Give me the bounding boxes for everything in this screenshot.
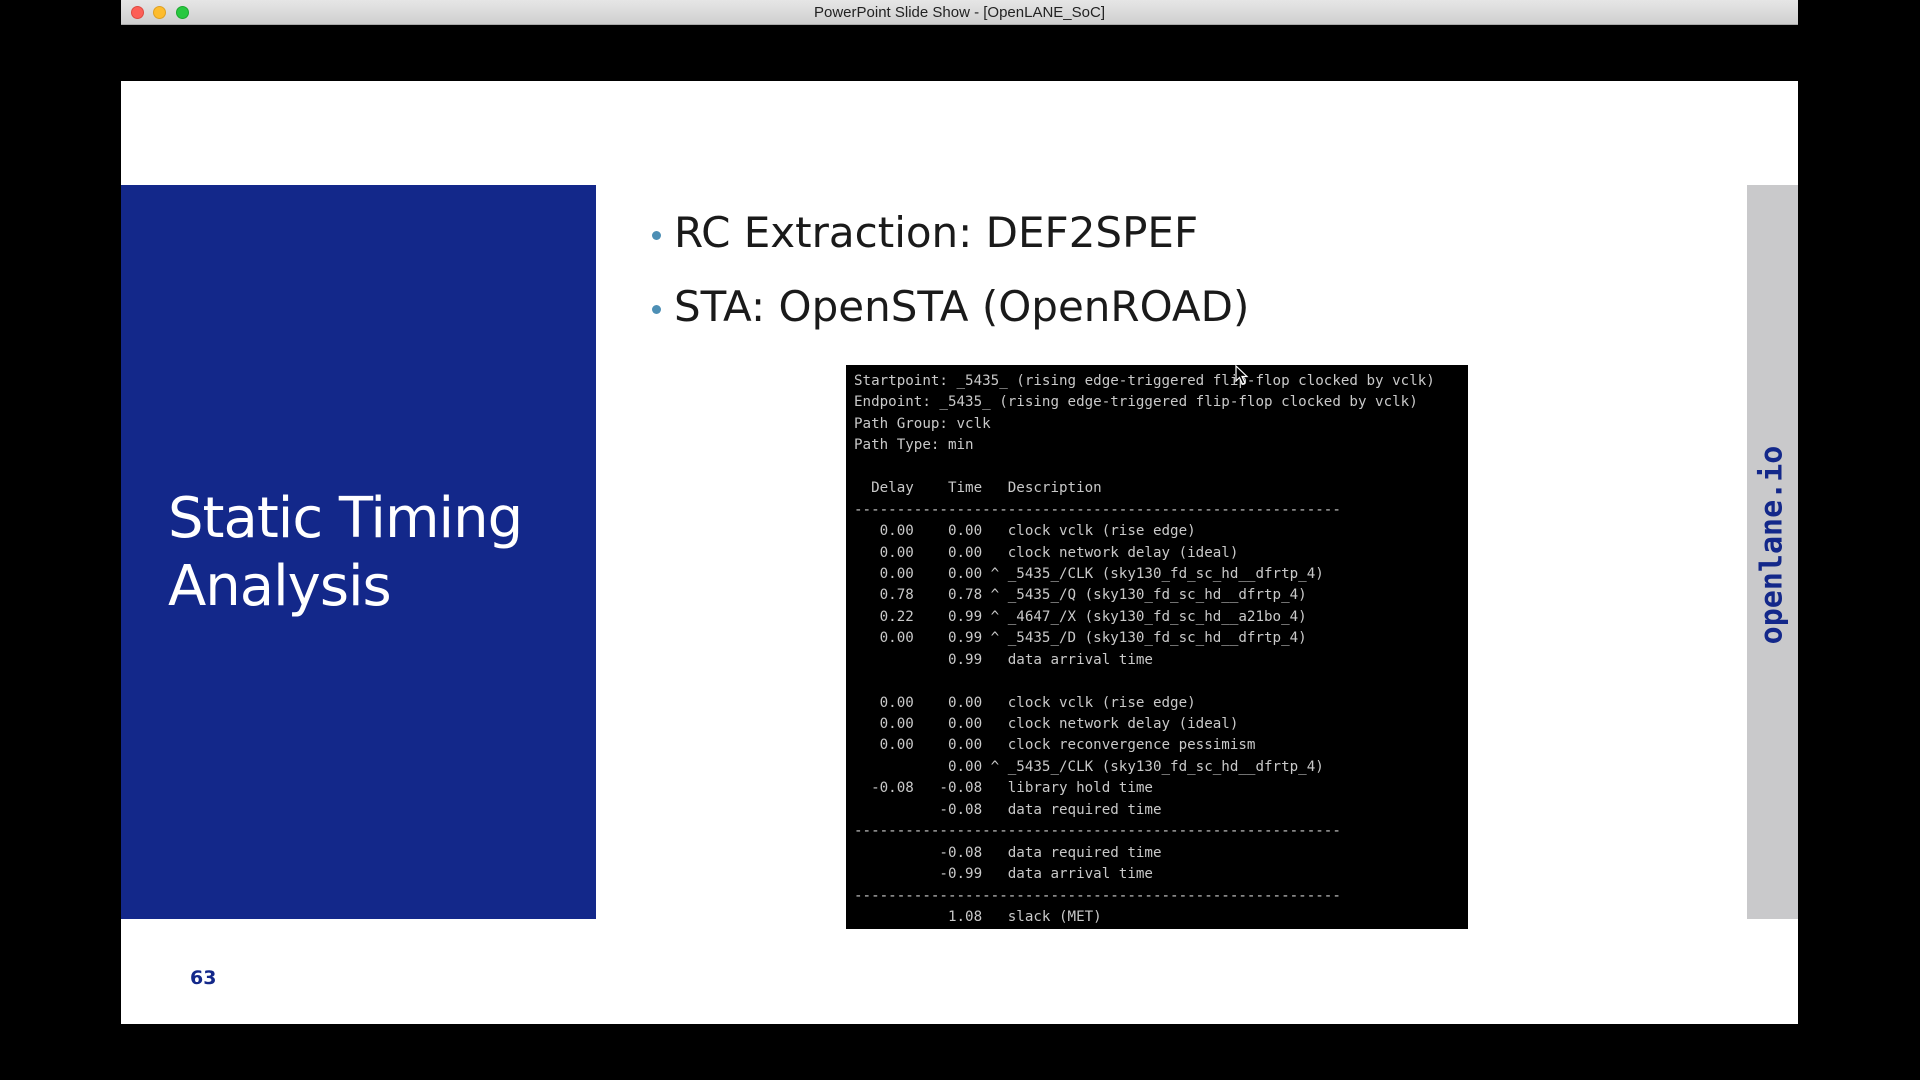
terminal-line: Endpoint: _5435_ (rising edge-triggered … (854, 394, 1418, 411)
sta-report-screenshot: Startpoint: _5435_ (rising edge-triggere… (846, 365, 1468, 929)
slide-title: Static Timing Analysis (168, 485, 523, 621)
terminal-line: Path Group: vclk (854, 415, 991, 432)
terminal-line: 0.99 data arrival time (854, 651, 1153, 668)
terminal-line: Path Type: min (854, 437, 974, 454)
terminal-line: Startpoint: _5435_ (rising edge-triggere… (854, 373, 1435, 389)
terminal-line: ----------------------------------------… (854, 501, 1341, 518)
bullet-text: RC Extraction: DEF2SPEF (674, 208, 1199, 257)
terminal-line: 0.22 0.99 ^ _4647_/X (sky130_fd_sc_hd__a… (854, 608, 1307, 625)
terminal-line: -0.08 -0.08 library hold time (854, 780, 1153, 797)
terminal-line: ----------------------------------------… (854, 887, 1341, 904)
title-bar[interactable]: PowerPoint Slide Show - [OpenLANE_SoC] (121, 0, 1798, 25)
openlane-url-text: openlane.io (1754, 445, 1790, 645)
side-strip: openlane.io (1747, 185, 1798, 919)
slide-number: 63 (190, 967, 217, 989)
terminal-line: 0.00 0.00 ^ _5435_/CLK (sky130_fd_sc_hd_… (854, 565, 1324, 582)
mouse-pointer-icon (1235, 365, 1249, 385)
terminal-line: ----------------------------------------… (854, 823, 1341, 840)
terminal-line: -0.99 data arrival time (854, 866, 1153, 883)
bullet-text: STA: OpenSTA (OpenROAD) (674, 282, 1250, 331)
slideshow-window: PowerPoint Slide Show - [OpenLANE_SoC] S… (121, 0, 1798, 1025)
terminal-line: 0.78 0.78 ^ _5435_/Q (sky130_fd_sc_hd__d… (854, 587, 1307, 604)
terminal-line: -0.08 data required time (854, 801, 1162, 818)
bullet-dot-icon (652, 305, 661, 314)
terminal-line: 0.00 0.00 clock network delay (ideal) (854, 544, 1239, 561)
terminal-line: -0.08 data required time (854, 844, 1162, 861)
bullet-dot-icon (652, 231, 661, 240)
slide-title-line-1: Static Timing (168, 486, 523, 551)
terminal-line: 1.08 slack (MET) (854, 908, 1102, 925)
slide-title-line-2: Analysis (168, 554, 392, 619)
terminal-line: 0.00 0.00 clock reconvergence pessimism (854, 737, 1256, 754)
terminal-line: Delay Time Description (854, 480, 1102, 497)
terminal-line: 0.00 0.00 clock vclk (rise edge) (854, 694, 1196, 711)
bullet-item: STA: OpenSTA (OpenROAD) (652, 275, 1250, 349)
window-title: PowerPoint Slide Show - [OpenLANE_SoC] (814, 4, 1105, 21)
terminal-line: 0.00 0.99 ^ _5435_/D (sky130_fd_sc_hd__d… (854, 630, 1307, 647)
bullet-item: RC Extraction: DEF2SPEF (652, 201, 1249, 275)
terminal-line: 0.00 ^ _5435_/CLK (sky130_fd_sc_hd__dfrt… (854, 758, 1324, 775)
slide-canvas[interactable]: Static Timing Analysis RC Extraction: DE… (121, 81, 1798, 1024)
title-panel: Static Timing Analysis (121, 185, 596, 919)
terminal-line: 0.00 0.00 clock network delay (ideal) (854, 716, 1239, 732)
bullet-list: RC Extraction: DEF2SPEF STA: OpenSTA (Op… (652, 201, 1250, 349)
terminal-line: 0.00 0.00 clock vclk (rise edge) (854, 523, 1196, 540)
